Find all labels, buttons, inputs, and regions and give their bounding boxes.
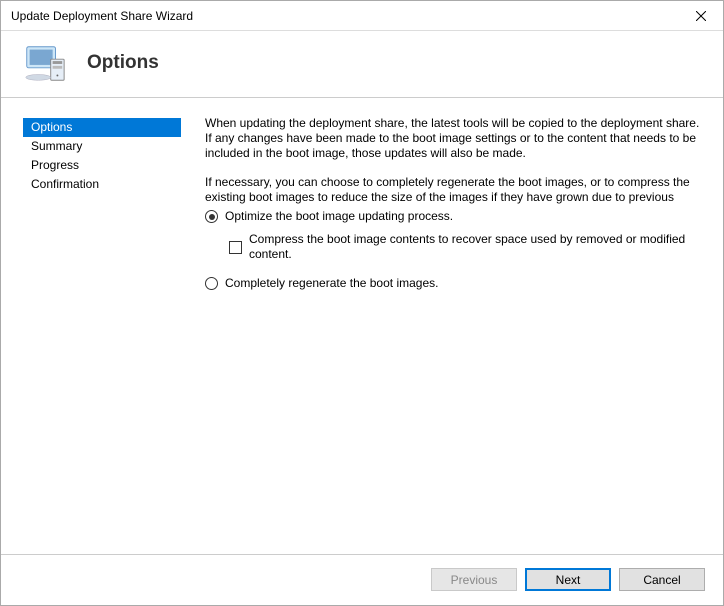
sidebar-item-label: Progress (31, 158, 79, 172)
window-title: Update Deployment Share Wizard (11, 9, 193, 23)
radio-label: Optimize the boot image updating process… (225, 209, 453, 224)
radio-icon (205, 277, 218, 290)
sidebar-item-confirmation[interactable]: Confirmation (23, 175, 181, 194)
radio-icon (205, 210, 218, 223)
checkbox-label: Compress the boot image contents to reco… (249, 232, 703, 262)
sidebar-item-label: Summary (31, 139, 82, 153)
radio-label: Completely regenerate the boot images. (225, 276, 438, 291)
checkbox-compress[interactable]: Compress the boot image contents to reco… (229, 232, 703, 262)
close-icon (696, 11, 706, 21)
wizard-header: Options (1, 31, 723, 98)
sidebar-item-options[interactable]: Options (23, 118, 181, 137)
sidebar-item-progress[interactable]: Progress (23, 156, 181, 175)
intro-paragraph-2: If necessary, you can choose to complete… (205, 175, 703, 205)
options-radio-group: Optimize the boot image updating process… (205, 205, 703, 303)
checkbox-icon (229, 241, 242, 254)
close-button[interactable] (678, 1, 723, 31)
radio-optimize[interactable]: Optimize the boot image updating process… (205, 209, 703, 224)
previous-button: Previous (431, 568, 517, 591)
computer-icon (21, 43, 67, 83)
wizard-steps-sidebar: Options Summary Progress Confirmation (1, 98, 191, 554)
titlebar: Update Deployment Share Wizard (1, 1, 723, 31)
sidebar-item-label: Confirmation (31, 177, 99, 191)
sidebar-item-summary[interactable]: Summary (23, 137, 181, 156)
main-area: Options Summary Progress Confirmation Wh… (1, 98, 723, 554)
sidebar-item-label: Options (31, 120, 72, 134)
radio-regenerate[interactable]: Completely regenerate the boot images. (205, 276, 703, 291)
intro-paragraph-1: When updating the deployment share, the … (205, 116, 703, 161)
content-panel: When updating the deployment share, the … (191, 98, 723, 554)
wizard-footer: Previous Next Cancel (1, 554, 723, 604)
cancel-button[interactable]: Cancel (619, 568, 705, 591)
page-title: Options (87, 52, 159, 74)
next-button[interactable]: Next (525, 568, 611, 591)
